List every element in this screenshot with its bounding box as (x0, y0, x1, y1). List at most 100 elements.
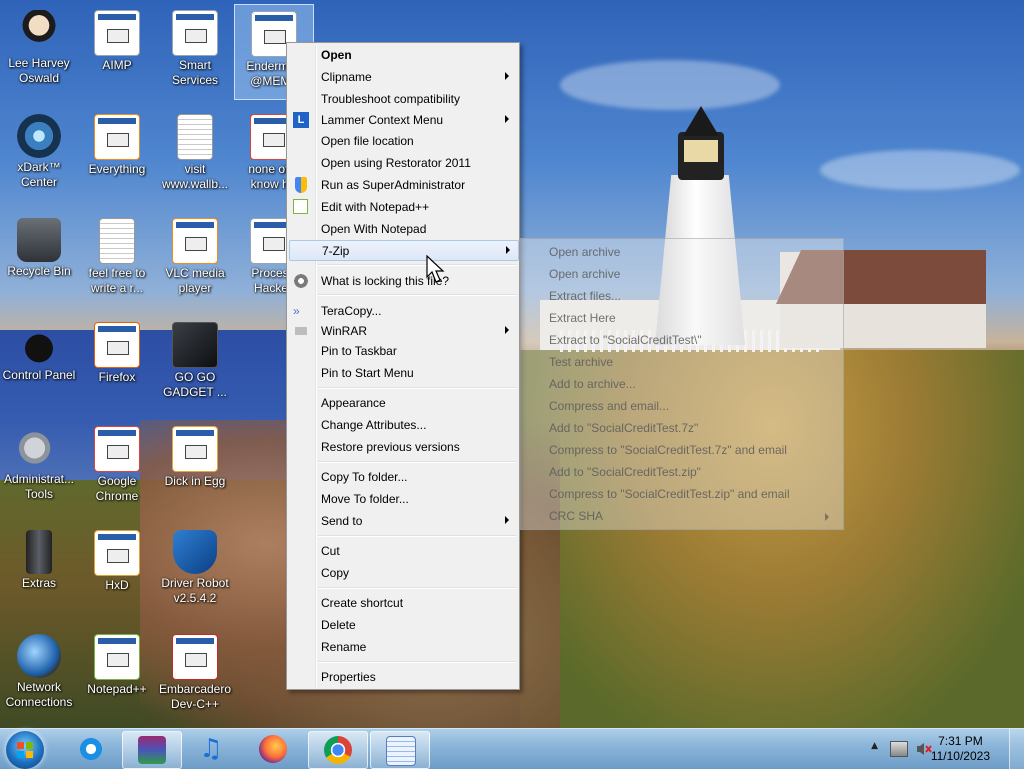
taskbar-firefox-button[interactable] (244, 731, 302, 767)
gear-icon (293, 273, 309, 289)
text-file-icon (177, 114, 213, 160)
desktop-icon[interactable]: Driver Robot v2.5.4.2 (156, 524, 234, 618)
7zip-submenu: Open archive Open archive Extract files.… (520, 238, 844, 530)
desktop-icon[interactable]: visit www.wallb... (156, 108, 234, 202)
submenu-item-add-7z[interactable]: Add to "SocialCreditTest.7z" (549, 421, 698, 435)
menu-item-pin-start[interactable]: Pin to Start Menu (289, 363, 517, 384)
teracopy-icon: » (293, 304, 300, 318)
menu-item-open-file-location[interactable]: Open file location (289, 131, 517, 152)
desktop-icon[interactable]: Administrat... Tools (0, 420, 78, 514)
menu-item-delete[interactable]: Delete (289, 615, 517, 636)
desktop-icon[interactable]: Notepad++ (78, 628, 156, 722)
menu-item-what-is-locking[interactable]: What is locking this file? (289, 271, 517, 292)
menu-item-send-to[interactable]: Send to (289, 511, 517, 532)
menu-item-rename[interactable]: Rename (289, 637, 517, 658)
menu-item-restorator[interactable]: Open using Restorator 2011 (289, 153, 517, 174)
submenu-item-compress-zip-email[interactable]: Compress to "SocialCreditTest.zip" and e… (549, 487, 790, 501)
desktop-icon[interactable]: Network Connections (0, 628, 78, 722)
chevron-right-icon (825, 513, 829, 521)
menu-item-clipname[interactable]: Clipname (289, 67, 517, 88)
menu-item-properties[interactable]: Properties (289, 667, 517, 688)
notepad-plus-icon (293, 199, 308, 214)
firefox-icon (259, 735, 287, 763)
desktop-icon[interactable]: HxD (78, 524, 156, 618)
desktop-icon[interactable]: Recycle Bin (0, 212, 78, 306)
mouse-cursor-icon (426, 255, 445, 283)
start-button[interactable] (6, 731, 44, 769)
menu-item-winrar[interactable]: WinRAR (289, 321, 517, 342)
menu-item-cut[interactable]: Cut (289, 541, 517, 562)
chrome-icon (324, 736, 352, 764)
submenu-item-compress-email[interactable]: Compress and email... (549, 399, 669, 413)
menu-item-teracopy[interactable]: » TeraCopy... (289, 301, 517, 322)
desktop-icon[interactable]: Google Chrome (78, 420, 156, 514)
submenu-item-extract-here[interactable]: Extract Here (549, 311, 616, 325)
menu-item-move-to-folder[interactable]: Move To folder... (289, 489, 517, 510)
menu-item-troubleshoot[interactable]: Troubleshoot compatibility (289, 89, 517, 110)
submenu-item-test-archive[interactable]: Test archive (549, 355, 613, 369)
taskbar: ♫ ▲ 7:31 PM 11/10/2023 (0, 728, 1024, 769)
menu-item-run-superadmin[interactable]: Run as SuperAdministrator (289, 175, 517, 196)
system-clock[interactable]: 7:31 PM 11/10/2023 (931, 734, 990, 764)
submenu-item-extract-to[interactable]: Extract to "SocialCreditTest\" (549, 333, 702, 347)
taskbar-notepad-button[interactable] (370, 731, 430, 769)
desktop-icon[interactable]: Firefox (78, 316, 156, 410)
desktop-icon[interactable]: xDark™ Center (0, 108, 78, 202)
network-tray-icon[interactable] (890, 741, 908, 757)
taskbar-chrome-button[interactable] (308, 731, 368, 769)
chevron-right-icon (506, 246, 510, 254)
menu-item-lammer[interactable]: L Lammer Context Menu (289, 110, 517, 131)
show-desktop-button[interactable] (1009, 729, 1024, 769)
desktop-icon[interactable]: Lee Harvey Oswald (0, 4, 78, 98)
menu-item-open[interactable]: Open (289, 45, 517, 66)
cloud (560, 60, 780, 110)
desktop-icon[interactable]: Extras (0, 524, 78, 618)
control-panel-icon (17, 322, 61, 366)
cloud (820, 150, 1020, 190)
submenu-item-crc-sha[interactable]: CRC SHA (549, 509, 829, 523)
desktop-icon[interactable]: GO GO GADGET ... (156, 316, 234, 410)
menu-item-create-shortcut[interactable]: Create shortcut (289, 593, 517, 614)
menu-item-edit-notepadpp[interactable]: Edit with Notepad++ (289, 197, 517, 218)
desktop-icon[interactable]: Smart Services (156, 4, 234, 98)
network-icon (17, 634, 61, 678)
devcpp-icon (172, 634, 218, 680)
volume-muted-icon[interactable] (916, 741, 932, 755)
submenu-item-open-archive[interactable]: Open archive (549, 245, 620, 259)
menu-item-appearance[interactable]: Appearance (289, 393, 517, 414)
windows-logo-icon (17, 742, 33, 758)
text-file-icon (99, 218, 135, 264)
menu-item-copy[interactable]: Copy (289, 563, 517, 584)
submenu-item-compress-7z-email[interactable]: Compress to "SocialCreditTest.7z" and em… (549, 443, 787, 457)
desktop-icon[interactable]: Dick in Egg (156, 420, 234, 514)
gadget-icon (172, 322, 218, 368)
desktop-icon[interactable]: AIMP (78, 4, 156, 98)
itunes-icon: ♫ (199, 734, 223, 764)
lighthouse-glass (684, 140, 718, 162)
desktop-icon[interactable]: feel free to write a r... (78, 212, 156, 306)
menu-item-copy-to-folder[interactable]: Copy To folder... (289, 467, 517, 488)
desktop-icon[interactable]: Everything (78, 108, 156, 202)
taskbar-ie-button[interactable] (62, 731, 120, 767)
menu-item-pin-taskbar[interactable]: Pin to Taskbar (289, 341, 517, 362)
desktop-icon[interactable]: Embarcadero Dev-C++ (156, 628, 234, 722)
menu-item-open-notepad[interactable]: Open With Notepad (289, 219, 517, 240)
taskbar-itunes-button[interactable]: ♫ (182, 731, 240, 767)
admin-tools-icon (17, 426, 61, 470)
menu-separator (318, 661, 516, 663)
desktop-icon[interactable]: Control Panel (0, 316, 78, 410)
shield-icon (173, 530, 217, 574)
menu-item-7zip[interactable]: 7-Zip (289, 240, 519, 261)
menu-item-change-attributes[interactable]: Change Attributes... (289, 415, 517, 436)
submenu-item-add-to-archive[interactable]: Add to archive... (549, 377, 636, 391)
submenu-item-add-zip[interactable]: Add to "SocialCreditTest.zip" (549, 465, 701, 479)
submenu-item-extract-files[interactable]: Extract files... (549, 289, 621, 303)
menu-separator (318, 535, 516, 537)
taskbar-winrar-button[interactable] (122, 731, 182, 769)
submenu-item-open-archive-2[interactable]: Open archive (549, 267, 620, 281)
clock-time: 7:31 PM (938, 734, 983, 748)
menu-separator (318, 461, 516, 463)
tray-expand-icon[interactable]: ▲ (871, 741, 878, 751)
menu-item-restore-versions[interactable]: Restore previous versions (289, 437, 517, 458)
desktop-icon[interactable]: VLC media player (156, 212, 234, 306)
